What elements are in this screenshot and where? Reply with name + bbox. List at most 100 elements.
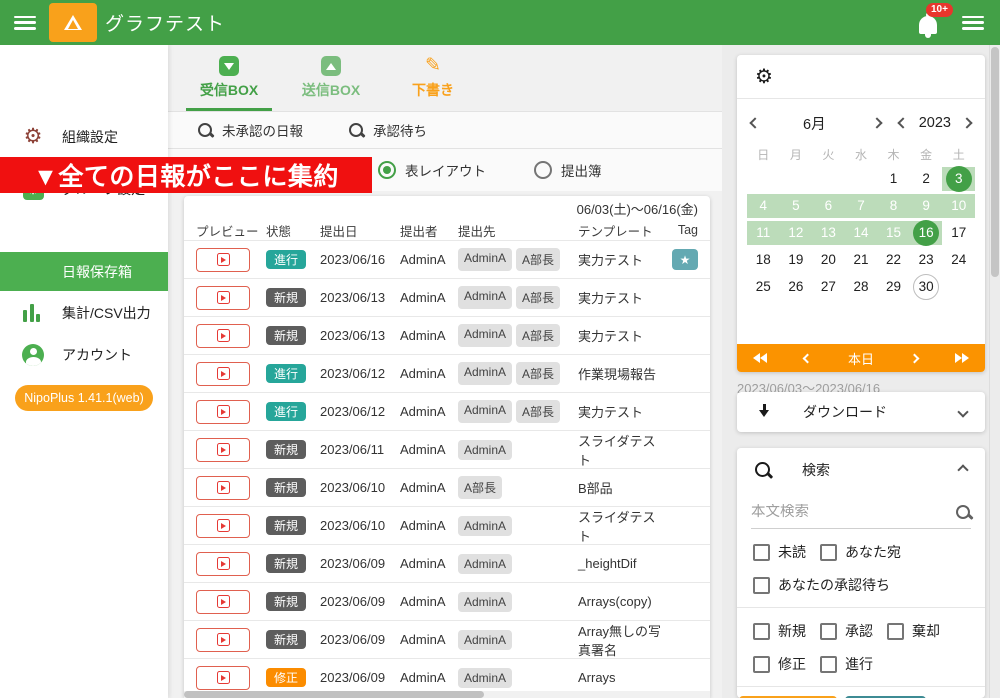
preview-cell — [196, 324, 266, 348]
version-badge[interactable]: NipoPlus 1.41.1(web) — [15, 385, 153, 411]
radio-submission-book[interactable]: 提出簿 — [534, 160, 602, 180]
sidebar-item-csv-export[interactable]: 集計/CSV出力 — [0, 292, 168, 334]
status-badge: 進行 — [266, 402, 306, 421]
calendar-day[interactable]: 26 — [780, 273, 813, 300]
inbox-icon — [219, 56, 239, 76]
radio-table-layout[interactable]: 表レイアウト — [378, 160, 486, 180]
menu-icon[interactable] — [14, 16, 36, 30]
preview-button[interactable] — [196, 476, 250, 500]
preview-button[interactable] — [196, 666, 250, 690]
right-menu-icon[interactable] — [962, 16, 984, 30]
preview-cell — [196, 476, 266, 500]
tab-inbox[interactable]: 受信BOX — [183, 45, 275, 111]
calendar-day[interactable]: 19 — [780, 246, 813, 273]
calendar-day[interactable]: 4 — [747, 192, 780, 219]
search-checkbox-新規[interactable]: 新規 — [753, 621, 806, 641]
calendar-day[interactable]: 6 — [812, 192, 845, 219]
chevron-up-icon[interactable] — [957, 464, 968, 475]
status-badge: 新規 — [266, 478, 306, 497]
preview-button[interactable] — [196, 286, 250, 310]
calendar-day[interactable]: 1 — [877, 165, 910, 192]
calendar-day[interactable]: 18 — [747, 246, 780, 273]
preview-button[interactable] — [196, 324, 250, 348]
search-checkbox-修正[interactable]: 修正 — [753, 654, 806, 674]
today-button[interactable]: 本日 — [848, 349, 874, 368]
calendar-day[interactable]: 29 — [877, 273, 910, 300]
sidebar-item-org-settings[interactable]: ⚙ 組織設定 — [0, 111, 168, 162]
preview-button[interactable] — [196, 552, 250, 576]
prev-month-icon[interactable] — [749, 117, 760, 128]
quick-filter-row: 未承認の日報 承認待ち — [168, 112, 722, 149]
sidebar-item-label: アカウント — [62, 345, 132, 365]
table-row: 新規2023/06/09AdminAAdminA_heightDif — [184, 544, 710, 582]
calendar-day[interactable]: 28 — [845, 273, 878, 300]
fulltext-search-input[interactable] — [751, 504, 956, 520]
chevron-down-icon[interactable] — [957, 406, 968, 417]
horizontal-scrollbar[interactable] — [184, 691, 710, 698]
recipient-chip: AdminA — [458, 592, 512, 612]
vertical-scrollbar[interactable] — [989, 45, 1000, 698]
calendar-day[interactable]: 25 — [747, 273, 780, 300]
search-checkbox-未読[interactable]: 未読 — [753, 542, 806, 562]
calendar-day[interactable]: 3 — [942, 165, 975, 192]
calendar-day[interactable]: 20 — [812, 246, 845, 273]
search-checkbox-あなた宛[interactable]: あなた宛 — [820, 542, 901, 562]
calendar-day[interactable]: 13 — [812, 219, 845, 246]
search-section-header[interactable]: 検索 — [737, 448, 985, 492]
sidebar-item-account[interactable]: アカウント — [0, 334, 168, 376]
prev-year-icon[interactable] — [897, 117, 908, 128]
calendar-day[interactable]: 8 — [877, 192, 910, 219]
table-row: 進行2023/06/16AdminAAdminAA部長実力テスト★ — [184, 240, 710, 278]
status-badge: 新規 — [266, 554, 306, 573]
table-row: 新規2023/06/10AdminAA部長B部品 — [184, 468, 710, 506]
next-year-icon[interactable] — [961, 117, 972, 128]
column-header: プレビュー — [196, 221, 266, 240]
calendar-day[interactable]: 7 — [845, 192, 878, 219]
calendar-day[interactable]: 22 — [877, 246, 910, 273]
fast-forward-icon[interactable] — [955, 353, 969, 363]
calendar-day[interactable]: 5 — [780, 192, 813, 219]
calendar-day[interactable]: 16 — [910, 219, 943, 246]
backward-icon[interactable] — [803, 353, 813, 363]
forward-icon[interactable] — [910, 353, 920, 363]
sidebar-item-report-box-active[interactable]: 日報保存箱 — [0, 252, 168, 291]
preview-button[interactable] — [196, 514, 250, 538]
star-tag-icon[interactable]: ★ — [672, 249, 698, 270]
search-submit-icon[interactable] — [956, 505, 971, 520]
calendar-day[interactable]: 2 — [910, 165, 943, 192]
calendar-day[interactable]: 10 — [942, 192, 975, 219]
preview-button[interactable] — [196, 628, 250, 652]
calendar-day[interactable]: 21 — [845, 246, 878, 273]
next-month-icon[interactable] — [871, 117, 882, 128]
calendar-day[interactable]: 23 — [910, 246, 943, 273]
fast-backward-icon[interactable] — [753, 353, 767, 363]
preview-button[interactable] — [196, 362, 250, 386]
preview-button[interactable] — [196, 438, 250, 462]
calendar-settings-gear-icon[interactable]: ⚙ — [755, 67, 773, 87]
filter-awaiting-approval[interactable]: 承認待ち — [349, 120, 427, 140]
calendar-day[interactable]: 17 — [942, 219, 975, 246]
search-checkbox-承認[interactable]: 承認 — [820, 621, 873, 641]
search-checkbox-あなたの承認待ち[interactable]: あなたの承認待ち — [753, 575, 890, 595]
preview-button[interactable] — [196, 248, 250, 272]
search-checkbox-棄却[interactable]: 棄却 — [887, 621, 940, 641]
calendar-day[interactable]: 14 — [845, 219, 878, 246]
calendar-day[interactable]: 24 — [942, 246, 975, 273]
search-checkbox-進行[interactable]: 進行 — [820, 654, 873, 674]
download-section[interactable]: ダウンロード — [737, 392, 985, 432]
calendar-day[interactable]: 11 — [747, 219, 780, 246]
preview-button[interactable] — [196, 400, 250, 424]
tab-drafts[interactable]: ✎ 下書き — [387, 45, 479, 111]
tab-outbox[interactable]: 送信BOX — [285, 45, 377, 111]
filter-unapproved-reports[interactable]: 未承認の日報 — [198, 120, 303, 140]
calendar-day[interactable]: 9 — [910, 192, 943, 219]
calendar-day[interactable]: 12 — [780, 219, 813, 246]
notifications-button[interactable]: 10+ — [916, 10, 940, 36]
app-logo[interactable] — [49, 3, 97, 42]
play-icon — [217, 633, 230, 646]
preview-cell — [196, 286, 266, 310]
preview-button[interactable] — [196, 590, 250, 614]
calendar-day[interactable]: 27 — [812, 273, 845, 300]
calendar-day[interactable]: 15 — [877, 219, 910, 246]
calendar-day[interactable]: 30 — [910, 273, 943, 300]
